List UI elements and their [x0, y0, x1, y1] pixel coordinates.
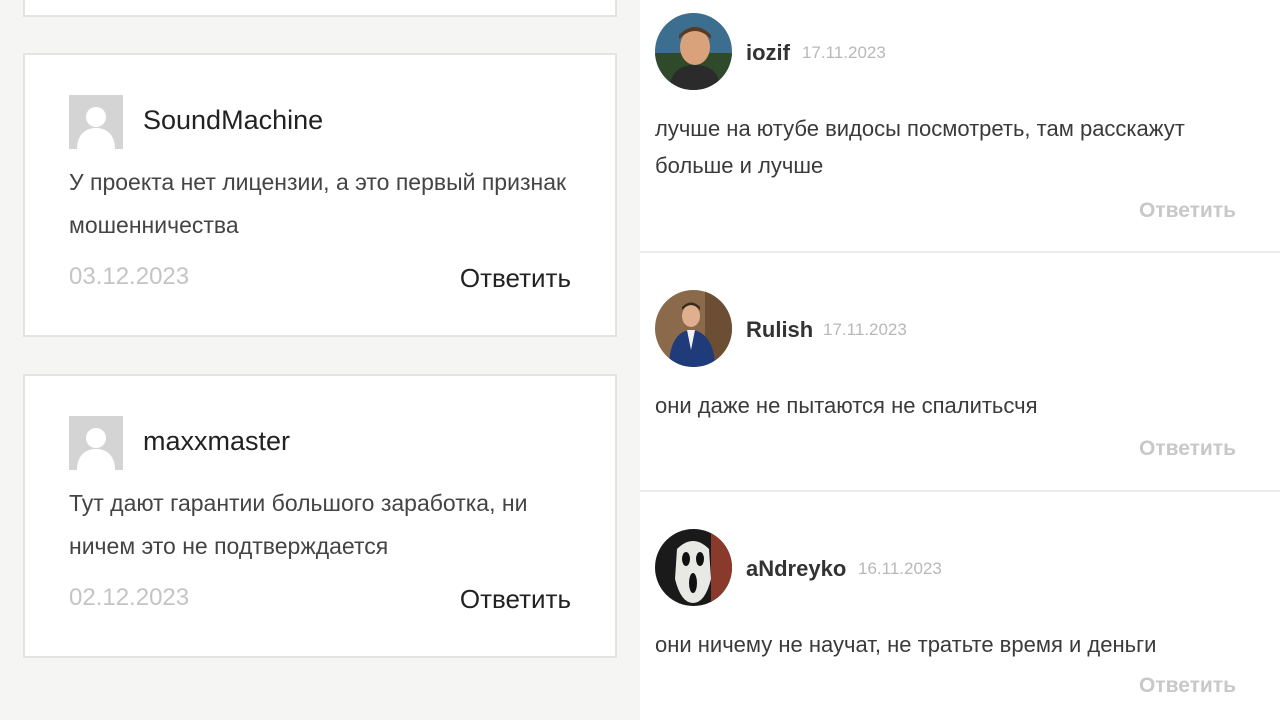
- default-avatar-icon: [69, 416, 123, 470]
- comment-text: Тут дают гарантии большого заработка, ни…: [69, 490, 528, 559]
- comment-card: maxxmaster Тут дают гарантии большого за…: [23, 374, 617, 658]
- comment-text: они даже не пытаются не спалитьсчя: [655, 393, 1038, 418]
- comment-text: лучше на ютубе видосы посмотреть, там ра…: [655, 116, 1185, 178]
- user-avatar[interactable]: [655, 529, 732, 606]
- comment-item: iozif 17.11.2023 лучше на ютубе видосы п…: [640, 0, 1280, 253]
- comment-date: 03.12.2023: [69, 263, 190, 290]
- comment-item: Rulish 17.11.2023 они даже не пытаются н…: [640, 253, 1280, 492]
- comment-date: 17.11.2023: [802, 43, 886, 62]
- comment-text: У проекта нет лицензии, а это первый при…: [69, 169, 567, 238]
- reply-button[interactable]: Ответить: [460, 263, 571, 294]
- comment-author[interactable]: Rulish: [746, 317, 813, 343]
- right-comments-column: iozif 17.11.2023 лучше на ютубе видосы п…: [640, 0, 1280, 720]
- reply-button[interactable]: Ответить: [1139, 199, 1236, 223]
- comment-text: они ничему не научат, не тратьте время и…: [655, 632, 1157, 657]
- comment-author[interactable]: aNdreyko: [746, 556, 846, 582]
- reply-button[interactable]: Ответить: [1139, 437, 1236, 461]
- user-avatar[interactable]: [655, 290, 732, 367]
- comment-item: aNdreyko 16.11.2023 они ничему не научат…: [640, 492, 1280, 720]
- left-comments-column: SoundMachine У проекта нет лицензии, а э…: [0, 0, 640, 720]
- comment-date: 17.11.2023: [823, 320, 907, 339]
- comment-date: 16.11.2023: [858, 559, 942, 578]
- comment-author: SoundMachine: [143, 105, 324, 135]
- user-avatar[interactable]: [655, 13, 732, 90]
- comment-author: maxxmaster: [143, 426, 291, 456]
- default-avatar-icon: [69, 95, 123, 149]
- comment-author[interactable]: iozif: [746, 40, 790, 66]
- reply-button[interactable]: Ответить: [1139, 674, 1236, 698]
- comment-date: 02.12.2023: [69, 584, 190, 611]
- previous-comment-card: [23, 0, 617, 17]
- reply-button[interactable]: Ответить: [460, 584, 571, 615]
- comment-card: SoundMachine У проекта нет лицензии, а э…: [23, 53, 617, 337]
